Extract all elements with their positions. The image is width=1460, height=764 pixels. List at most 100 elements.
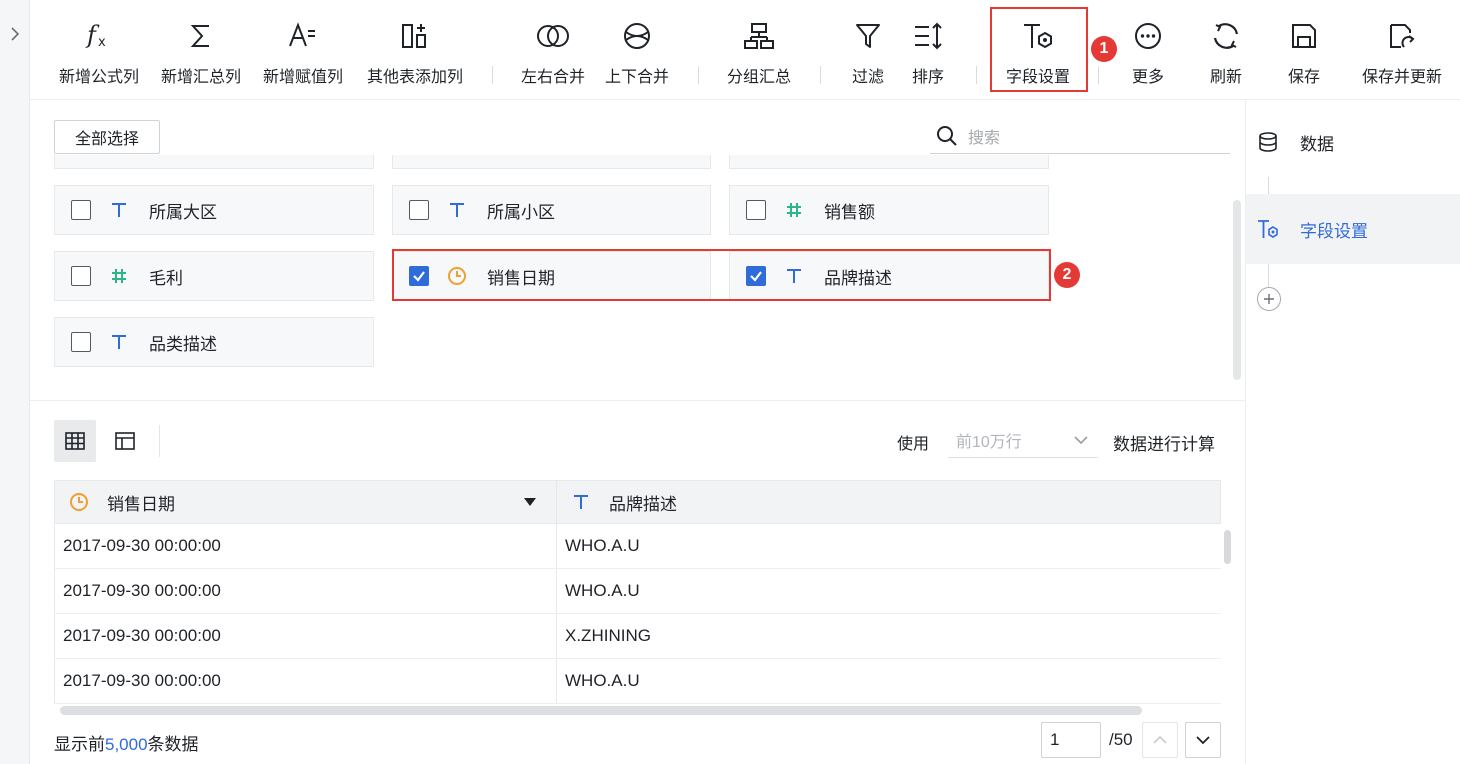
field-item-profit[interactable]: 毛利 xyxy=(54,251,374,301)
filter-button[interactable]: 过滤 xyxy=(842,0,894,100)
text-type-icon xyxy=(112,203,126,217)
field-checkbox[interactable] xyxy=(409,200,429,220)
chevron-down-icon xyxy=(1196,736,1210,745)
toolbar-separator xyxy=(1098,66,1099,84)
more-icon xyxy=(1135,23,1161,49)
save-button[interactable]: 保存 xyxy=(1276,0,1332,100)
column-sort-caret-icon[interactable] xyxy=(524,498,536,506)
add-assign-column-button[interactable]: 新增赋值列 xyxy=(258,0,348,100)
search-input[interactable]: 搜索 xyxy=(968,124,1000,148)
add-step-button[interactable] xyxy=(1257,287,1281,311)
toolbar-separator xyxy=(698,66,699,84)
step-connector xyxy=(1268,264,1269,287)
select-all-button[interactable]: 全部选择 xyxy=(54,120,160,154)
table-row: 2017-09-30 00:00:00 WHO.A.U xyxy=(54,569,1221,614)
step-badge-2: 2 xyxy=(1054,262,1080,288)
refresh-button[interactable]: 刷新 xyxy=(1198,0,1254,100)
add-summary-column-button[interactable]: 新增汇总列 xyxy=(156,0,246,100)
prev-page-button[interactable] xyxy=(1142,722,1178,758)
table-cell: WHO.A.U xyxy=(565,671,640,690)
group-summary-button[interactable]: 分组汇总 xyxy=(720,0,798,100)
field-item-partial xyxy=(729,155,1049,169)
toolbar-separator xyxy=(820,66,821,84)
group-summary-icon xyxy=(744,23,774,49)
table-cell: WHO.A.U xyxy=(565,536,640,555)
table-vertical-scrollbar[interactable] xyxy=(1224,530,1231,564)
use-label: 使用 xyxy=(897,436,930,453)
right-panel-data[interactable]: 数据 xyxy=(1246,107,1460,177)
search-icon xyxy=(937,125,957,146)
layout-icon xyxy=(115,432,135,450)
table-cell: 2017-09-30 00:00:00 xyxy=(55,659,557,703)
grid-table-icon xyxy=(65,432,85,450)
field-search[interactable]: 搜索 xyxy=(930,118,1230,154)
add-column-from-other-table-button[interactable]: 其他表添加列 xyxy=(360,0,470,100)
text-type-icon xyxy=(112,335,126,349)
sort-button[interactable]: 排序 xyxy=(902,0,954,100)
grid-view-button[interactable] xyxy=(54,420,96,462)
field-item-subregion[interactable]: 所属小区 xyxy=(392,185,711,235)
number-type-icon xyxy=(787,203,801,217)
field-checkbox[interactable] xyxy=(746,200,766,220)
save-and-update-button[interactable]: 保存并更新 xyxy=(1354,0,1450,100)
assign-icon xyxy=(289,22,315,47)
field-item-partial xyxy=(54,155,374,169)
step-badge-1: 1 xyxy=(1091,36,1117,62)
table-header: 销售日期 品牌描述 xyxy=(54,480,1221,524)
page-number-input[interactable]: 1 xyxy=(1041,722,1101,758)
table-row: 2017-09-30 00:00:00 WHO.A.U xyxy=(54,659,1221,704)
page-total: /50 xyxy=(1109,730,1133,749)
field-item-sales[interactable]: 销售额 xyxy=(729,185,1049,235)
field-item-region[interactable]: 所属大区 xyxy=(54,185,374,235)
plus-icon xyxy=(1264,294,1274,304)
table-cell: 2017-09-30 00:00:00 xyxy=(55,614,557,658)
toolbar-separator xyxy=(976,66,977,84)
date-type-icon xyxy=(70,493,88,511)
right-panel-field-settings[interactable]: 字段设置 xyxy=(1246,194,1460,264)
sigma-icon xyxy=(190,25,209,47)
view-separator xyxy=(159,425,160,457)
field-checkbox[interactable] xyxy=(71,266,91,286)
refresh-icon xyxy=(1213,23,1239,49)
layout-view-button[interactable] xyxy=(104,420,146,462)
row-count-value: 5,000 xyxy=(105,735,148,754)
table-cell: WHO.A.U xyxy=(565,581,640,600)
text-type-icon xyxy=(574,495,588,509)
field-settings-highlight xyxy=(990,7,1088,92)
merge-vertical-button[interactable]: 上下合并 xyxy=(600,0,674,100)
table-horizontal-scrollbar[interactable] xyxy=(60,706,1142,715)
merge-horizontal-button[interactable]: 左右合并 xyxy=(516,0,590,100)
field-checkbox[interactable] xyxy=(71,200,91,220)
filter-icon xyxy=(856,24,880,48)
save-icon xyxy=(1292,24,1316,48)
left-collapsed-rail xyxy=(0,0,30,764)
merge-horizontal-icon xyxy=(537,25,569,47)
add-formula-column-button[interactable]: fx 新增公式列 xyxy=(54,0,144,100)
table-cell: X.ZHINING xyxy=(565,626,651,645)
table-cell: 2017-09-30 00:00:00 xyxy=(55,524,557,568)
row-limit-select[interactable]: 前10万行 xyxy=(948,422,1098,458)
field-settings-icon xyxy=(1258,220,1278,238)
row-count-label: 显示前5,000条数据 xyxy=(54,735,199,754)
more-button[interactable]: 更多 xyxy=(1120,0,1176,100)
add-column-icon xyxy=(402,24,426,48)
next-page-button[interactable] xyxy=(1185,722,1221,758)
database-icon xyxy=(1259,132,1277,152)
field-checkbox[interactable] xyxy=(71,332,91,352)
selected-fields-highlight xyxy=(392,249,1051,301)
field-item-category-desc[interactable]: 品类描述 xyxy=(54,317,374,367)
number-type-icon xyxy=(112,269,126,283)
column-header-sales-date[interactable]: 销售日期 xyxy=(55,481,557,523)
data-preview-table: 销售日期 品牌描述 2017-09-30 00:00:00 WHO.A.U 20… xyxy=(54,480,1221,704)
row-limit-value: 前10万行 xyxy=(956,433,1022,451)
fields-scrollbar[interactable] xyxy=(1233,200,1241,380)
sort-icon xyxy=(915,22,942,50)
toolbar-separator xyxy=(492,66,493,84)
step-connector xyxy=(1268,177,1269,194)
column-header-brand-desc[interactable]: 品牌描述 xyxy=(557,481,1220,523)
chevron-right-icon[interactable] xyxy=(6,24,24,44)
field-item-partial xyxy=(392,155,711,169)
toolbar: fx 新增公式列 新增汇总列 新增赋值列 其他表添加列 左右合并 上下合并 分组… xyxy=(30,0,1460,100)
svg-text:x: x xyxy=(98,35,106,50)
table-row: 2017-09-30 00:00:00 WHO.A.U xyxy=(54,524,1221,569)
